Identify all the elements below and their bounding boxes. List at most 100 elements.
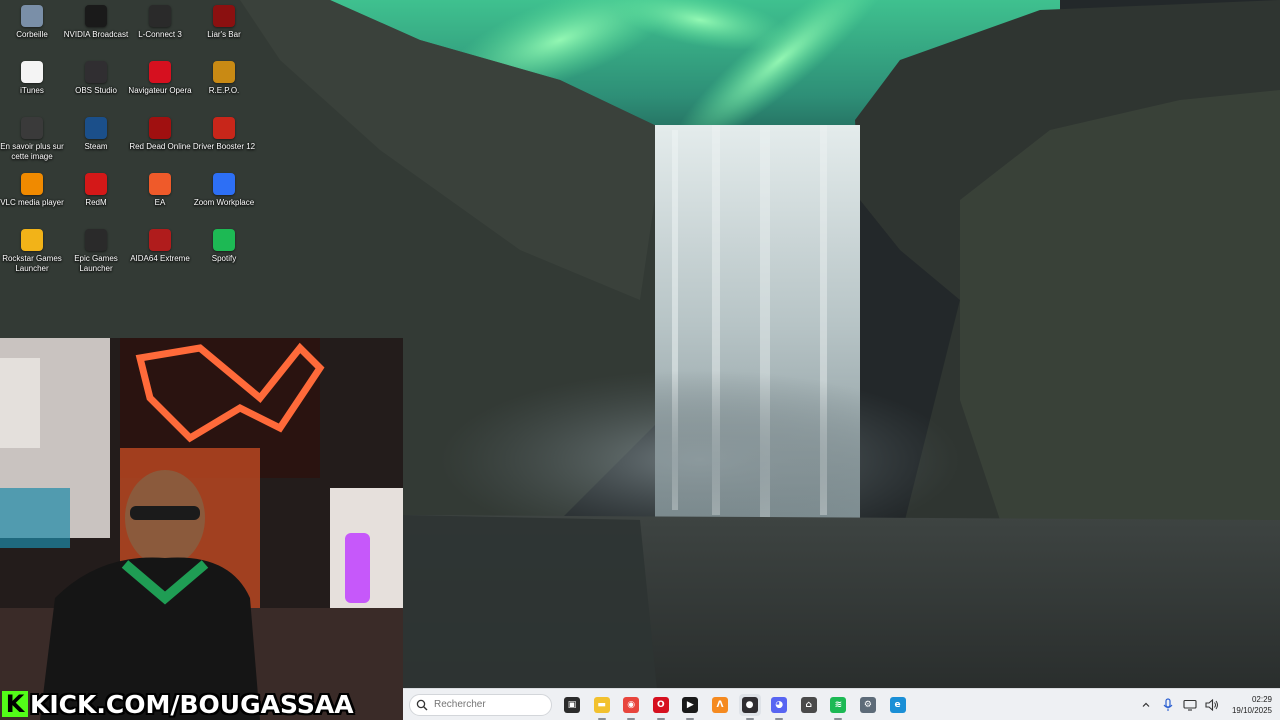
zoom-icon bbox=[213, 173, 235, 195]
obs-studio-icon: ● bbox=[741, 696, 758, 713]
taskbar-app-task-view[interactable]: ▣ bbox=[561, 694, 583, 716]
desktop-shortcut[interactable]: Epic Games Launcher bbox=[64, 229, 128, 274]
search-icon bbox=[416, 699, 428, 710]
red-dead-online-icon bbox=[149, 117, 171, 139]
microphone-icon[interactable] bbox=[1160, 697, 1176, 713]
recycle-bin-icon bbox=[21, 5, 43, 27]
nvidia-broadcast-icon: ▶ bbox=[682, 696, 699, 713]
desktop-shortcut-label: R.E.P.O. bbox=[208, 86, 240, 95]
taskbar: ▣ ▬ ◉ O ▶ Λ ● ◕ ⌂ ≋ ⚙ e 02:29 19/10/2025 bbox=[403, 688, 1280, 720]
volume-icon[interactable] bbox=[1204, 697, 1220, 713]
desktop-shortcut[interactable]: RedM bbox=[64, 173, 128, 208]
taskbar-app-obs-studio[interactable]: ● bbox=[738, 693, 761, 720]
system-tray: 02:29 19/10/2025 bbox=[1132, 689, 1272, 720]
chrome-icon: ◉ bbox=[623, 696, 640, 713]
aida64-icon bbox=[149, 229, 171, 251]
task-view-icon: ▣ bbox=[564, 696, 580, 713]
desktop-shortcut[interactable]: Zoom Workplace bbox=[192, 173, 256, 208]
desktop-shortcut[interactable]: R.E.P.O. bbox=[192, 61, 256, 96]
desktop-shortcut[interactable]: Rockstar Games Launcher bbox=[0, 229, 64, 274]
desktop-shortcut-label: Red Dead Online bbox=[129, 142, 191, 151]
desktop-shortcut-label: OBS Studio bbox=[75, 86, 117, 95]
settings-icon: ⚙ bbox=[859, 696, 876, 713]
taskbar-app-edge[interactable]: e bbox=[887, 694, 909, 716]
obs-studio-icon bbox=[85, 61, 107, 83]
desktop-shortcut[interactable]: Liar's Bar bbox=[192, 5, 256, 40]
camera-info-icon bbox=[21, 117, 43, 139]
desktop-shortcut-label: Navigateur Opera bbox=[128, 86, 192, 95]
desktop-shortcut[interactable]: OBS Studio bbox=[64, 61, 128, 96]
desktop-shortcut[interactable]: En savoir plus sur cette image bbox=[0, 117, 64, 162]
desktop-shortcut-label: NVIDIA Broadcast bbox=[63, 30, 129, 39]
desktop-shortcut-label: Epic Games Launcher bbox=[74, 254, 118, 273]
desktop-shortcut-label: AIDA64 Extreme bbox=[130, 254, 190, 263]
display-icon[interactable] bbox=[1182, 697, 1198, 713]
clock-time: 02:29 bbox=[1251, 695, 1272, 704]
desktop-shortcut-label: En savoir plus sur cette image bbox=[0, 142, 64, 161]
desktop-shortcut-label: Liar's Bar bbox=[207, 30, 241, 39]
desktop-shortcut[interactable]: VLC media player bbox=[0, 173, 64, 208]
taskbar-app-discord[interactable]: ◕ bbox=[768, 694, 790, 720]
desktop-shortcut-label: VLC media player bbox=[0, 198, 64, 207]
desktop-shortcut-label: iTunes bbox=[20, 86, 44, 95]
kick-logo-icon: K bbox=[2, 690, 28, 718]
desktop-shortcut-label: L-Connect 3 bbox=[138, 30, 182, 39]
spotify-icon: ≋ bbox=[830, 696, 847, 713]
desktop-shortcut[interactable]: L-Connect 3 bbox=[128, 5, 192, 40]
epic-games-icon bbox=[85, 229, 107, 251]
repo-icon bbox=[213, 61, 235, 83]
desktop-shortcut-label: EA bbox=[154, 198, 166, 207]
kick-channel-url: KICK.COM/BOUGASSAA bbox=[30, 689, 354, 719]
desktop-shortcut-label: Zoom Workplace bbox=[193, 198, 255, 207]
desktop-shortcut[interactable]: AIDA64 Extreme bbox=[128, 229, 192, 264]
desktop-shortcut[interactable]: Spotify bbox=[192, 229, 256, 264]
desktop-shortcut[interactable]: EA bbox=[128, 173, 192, 208]
desktop-shortcut[interactable]: NVIDIA Broadcast bbox=[64, 5, 128, 40]
clock-date: 19/10/2025 bbox=[1231, 706, 1272, 715]
taskbar-search-box[interactable] bbox=[409, 693, 552, 716]
webcam-overlay bbox=[0, 338, 403, 720]
spotify-icon bbox=[213, 229, 235, 251]
show-hidden-icons-chevron-icon[interactable] bbox=[1138, 697, 1154, 713]
desktop-shortcut[interactable]: Driver Booster 12 bbox=[192, 117, 256, 152]
l-connect-icon bbox=[149, 5, 171, 27]
taskbar-app-settings[interactable]: ⚙ bbox=[857, 694, 879, 716]
desktop-shortcut-label: Driver Booster 12 bbox=[192, 142, 256, 151]
ea-icon bbox=[149, 173, 171, 195]
taskbar-app-app-orange[interactable]: Λ bbox=[709, 694, 731, 716]
redm-icon bbox=[85, 173, 107, 195]
search-input[interactable] bbox=[434, 699, 544, 710]
opera-icon bbox=[149, 61, 171, 83]
file-explorer-icon: ▬ bbox=[593, 696, 610, 713]
opera-icon: O bbox=[652, 696, 669, 713]
taskbar-clock[interactable]: 02:29 19/10/2025 bbox=[1232, 694, 1272, 716]
capture-tool-icon: ⌂ bbox=[800, 696, 817, 713]
taskbar-app-chrome[interactable]: ◉ bbox=[620, 694, 642, 720]
vlc-icon bbox=[21, 173, 43, 195]
taskbar-app-capture-tool[interactable]: ⌂ bbox=[798, 694, 820, 716]
discord-icon: ◕ bbox=[771, 696, 788, 713]
nvidia-broadcast-icon bbox=[85, 5, 107, 27]
liars-bar-icon bbox=[213, 5, 235, 27]
desktop-shortcut-label: Steam bbox=[84, 142, 108, 151]
taskbar-pinned-apps: ▣ ▬ ◉ O ▶ Λ ● ◕ ⌂ ≋ ⚙ e bbox=[552, 693, 909, 720]
desktop-shortcut[interactable]: Navigateur Opera bbox=[128, 61, 192, 96]
app-orange-icon: Λ bbox=[711, 696, 728, 713]
taskbar-app-opera[interactable]: O bbox=[650, 694, 672, 720]
desktop-shortcut-label: RedM bbox=[85, 198, 107, 207]
kick-channel-banner: K KICK.COM/BOUGASSAA bbox=[0, 688, 354, 720]
edge-icon: e bbox=[889, 696, 906, 713]
desktop-shortcut-label: Corbeille bbox=[16, 30, 48, 39]
desktop-shortcut[interactable]: Red Dead Online bbox=[128, 117, 192, 152]
taskbar-app-file-explorer[interactable]: ▬ bbox=[591, 694, 613, 720]
desktop-shortcut[interactable]: iTunes bbox=[0, 61, 64, 96]
taskbar-app-nvidia-broadcast[interactable]: ▶ bbox=[679, 694, 701, 720]
itunes-icon bbox=[21, 61, 43, 83]
webcam-feed-image bbox=[0, 338, 403, 720]
taskbar-app-spotify[interactable]: ≋ bbox=[827, 694, 849, 720]
rockstar-icon bbox=[21, 229, 43, 251]
desktop-shortcut[interactable]: Steam bbox=[64, 117, 128, 152]
desktop-shortcut[interactable]: Corbeille bbox=[0, 5, 64, 40]
desktop-shortcut-label: Spotify bbox=[211, 254, 237, 263]
driver-booster-icon bbox=[213, 117, 235, 139]
